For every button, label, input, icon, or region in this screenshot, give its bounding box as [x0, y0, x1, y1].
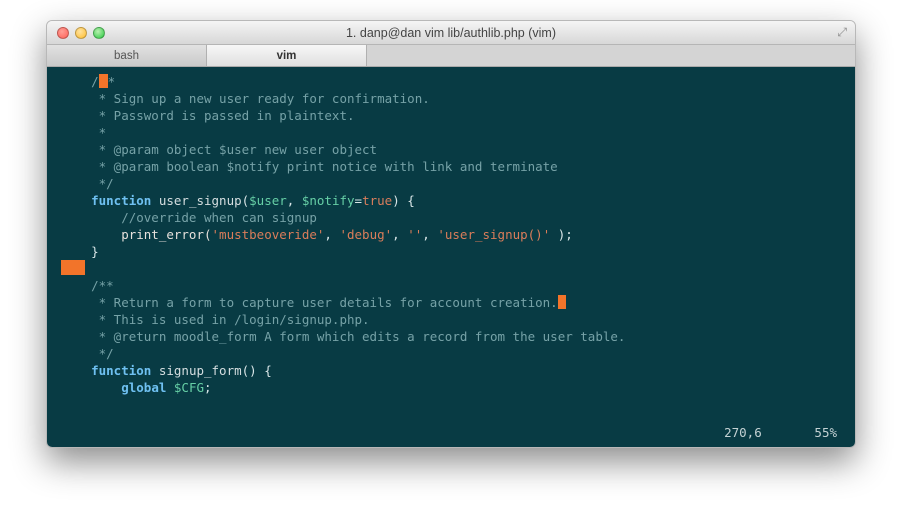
punct: =: [355, 193, 363, 208]
code-text: */: [61, 345, 841, 362]
punct: () {: [242, 363, 272, 378]
tab-vim[interactable]: vim: [207, 45, 367, 66]
scroll-percent: 55%: [814, 425, 837, 440]
minimize-icon[interactable]: [75, 27, 87, 39]
editor-viewport[interactable]: / * * Sign up a new user ready for confir…: [47, 67, 855, 447]
code-text: /: [61, 74, 99, 89]
window-title: 1. danp@dan vim lib/authlib.php (vim): [47, 26, 855, 40]
string: 'mustbeoveride': [212, 227, 325, 242]
code-text: *: [61, 124, 841, 141]
var: $notify: [302, 193, 355, 208]
string: 'user_signup()': [437, 227, 550, 242]
selection-block: [61, 260, 85, 275]
titlebar[interactable]: 1. danp@dan vim lib/authlib.php (vim) ⤢: [47, 21, 855, 45]
tab-label: vim: [277, 50, 297, 62]
code-line: print_error('mustbeoveride', 'debug', ''…: [61, 226, 841, 243]
tab-bar: bash vim: [47, 45, 855, 67]
punct: ,: [324, 227, 339, 242]
code-text: * @param object $user new user object: [61, 141, 841, 158]
code-text: }: [61, 243, 841, 260]
fn-name: signup_form: [151, 363, 241, 378]
window-controls: [47, 27, 105, 39]
code-text: * Sign up a new user ready for confirmat…: [61, 90, 841, 107]
punct: ,: [392, 227, 407, 242]
terminal-window: 1. danp@dan vim lib/authlib.php (vim) ⤢ …: [46, 20, 856, 448]
cursor-block: [99, 74, 108, 88]
code-line: function signup_form() {: [61, 362, 841, 379]
punct: );: [550, 227, 573, 242]
code-text: * Password is passed in plaintext.: [61, 107, 841, 124]
punct: ,: [287, 193, 302, 208]
code-line: global $CFG;: [61, 379, 841, 396]
code-text: * @return moodle_form A form which edits…: [61, 328, 841, 345]
zoom-icon[interactable]: [93, 27, 105, 39]
indent: [61, 380, 121, 395]
expand-icon[interactable]: ⤢: [837, 25, 847, 40]
close-icon[interactable]: [57, 27, 69, 39]
code-text: *: [108, 74, 116, 89]
punct: ,: [422, 227, 437, 242]
code-line: function user_signup($user, $notify=true…: [61, 192, 841, 209]
fn-name: user_signup: [151, 193, 241, 208]
kw-function: function: [61, 193, 151, 208]
punct: ) {: [392, 193, 415, 208]
code-line: [61, 260, 841, 277]
trailing-mark: [558, 295, 566, 309]
code-text: * Return a form to capture user details …: [61, 295, 558, 310]
vim-status-line: 270,6 55%: [724, 424, 837, 441]
string: 'debug': [339, 227, 392, 242]
code-text: /**: [61, 277, 841, 294]
string: '': [407, 227, 422, 242]
kw-function: function: [61, 363, 151, 378]
var: $user: [249, 193, 287, 208]
punct: ;: [204, 380, 212, 395]
code-text: * This is used in /login/signup.php.: [61, 311, 841, 328]
var: $CFG: [174, 380, 204, 395]
code-line: * Return a form to capture user details …: [61, 294, 841, 311]
space: [166, 380, 174, 395]
code-text: print_error(: [61, 227, 212, 242]
cursor-position: 270,6: [724, 425, 762, 440]
tab-bash[interactable]: bash: [47, 45, 207, 66]
code-text: * @param boolean $notify print notice wi…: [61, 158, 841, 175]
code-text: //override when can signup: [61, 209, 841, 226]
code-text: */: [61, 175, 841, 192]
const-true: true: [362, 193, 392, 208]
tab-label: bash: [114, 50, 139, 62]
kw-global: global: [121, 380, 166, 395]
